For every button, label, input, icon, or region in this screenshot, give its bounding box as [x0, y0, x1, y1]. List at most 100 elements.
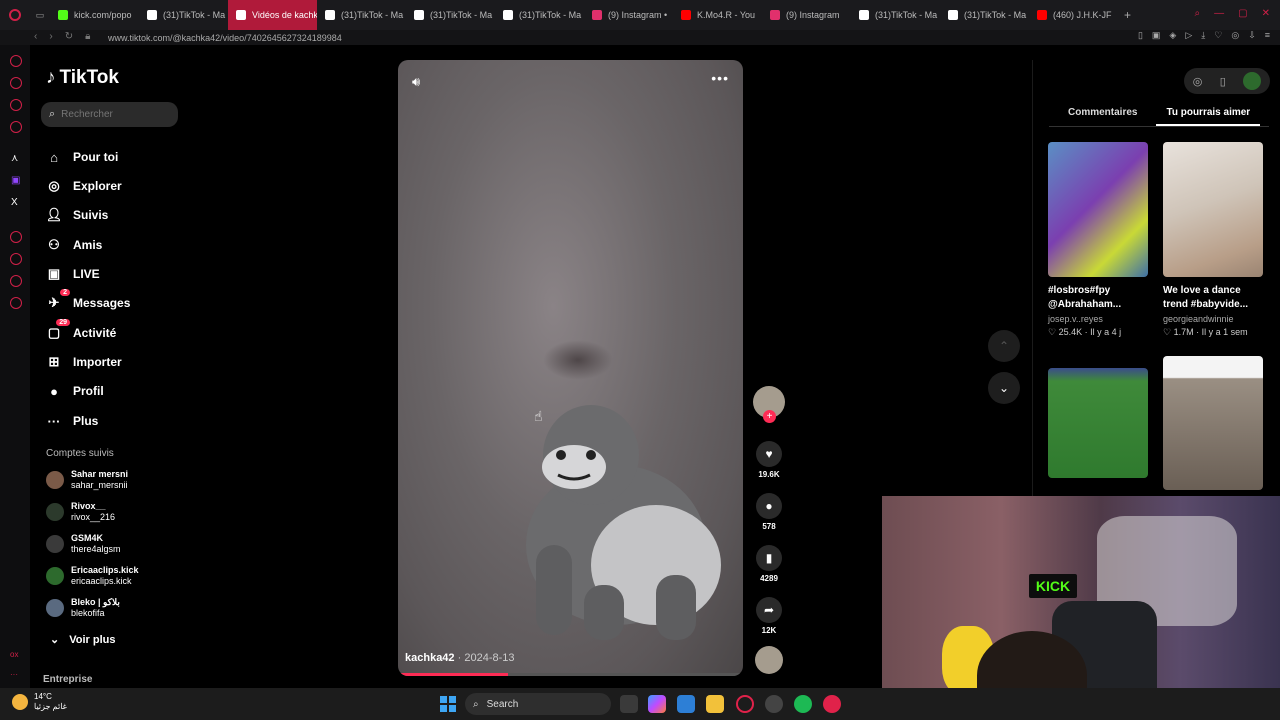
- nav-item-messages[interactable]: ✈ 2 Messages: [46, 289, 130, 311]
- video-username[interactable]: kachka42: [405, 652, 455, 664]
- sidebar-tiktok-icon[interactable]: ⋏: [11, 153, 18, 164]
- sidebar-messenger-icon[interactable]: [10, 99, 22, 111]
- sidebar-whatsapp-icon[interactable]: [10, 121, 22, 133]
- player-icon[interactable]: ▷: [1185, 30, 1192, 41]
- heart-icon[interactable]: ♡: [1214, 30, 1222, 41]
- sidebar-speed-dial-icon[interactable]: [10, 55, 22, 67]
- browser-tab[interactable]: (9) Instagram: [762, 0, 851, 30]
- nav-item-following[interactable]: 👤︎ Suivis: [46, 207, 109, 223]
- discord-icon[interactable]: [765, 695, 783, 713]
- sidebar-ext-icon[interactable]: ox: [10, 650, 18, 659]
- suggested-video-card[interactable]: [1048, 368, 1148, 478]
- sidebar-twitch-icon[interactable]: ▣: [11, 175, 20, 186]
- search-box[interactable]: ⌕: [41, 102, 178, 127]
- browser-tab[interactable]: (31)TikTok - Ma: [139, 0, 228, 30]
- followed-account[interactable]: Sahar mersni sahar_mersnii: [46, 469, 128, 491]
- vpn-icon[interactable]: ◈: [1169, 30, 1176, 41]
- browser-tab[interactable]: K.Mo4.R - You: [673, 0, 762, 30]
- tab-menu-icon[interactable]: ▭: [30, 10, 50, 21]
- browser-tab[interactable]: (31)TikTok - Ma: [495, 0, 584, 30]
- comment-button[interactable]: ●: [756, 493, 782, 519]
- forward-icon[interactable]: ›: [49, 31, 52, 42]
- url-field[interactable]: www.tiktok.com/@kachka42/video/740264562…: [108, 33, 342, 43]
- save-button[interactable]: ▮: [756, 545, 782, 571]
- nav-item-upload[interactable]: ⊞ Importer: [46, 354, 122, 370]
- followed-account[interactable]: Rivox__ rivox__216: [46, 501, 115, 523]
- sidebar-aria-icon[interactable]: [10, 77, 22, 89]
- browser-tab[interactable]: (9) Instagram •: [584, 0, 673, 30]
- footer-link[interactable]: Entreprise: [43, 674, 92, 685]
- card-author[interactable]: josep.v..reyes: [1048, 314, 1148, 324]
- minimize-icon[interactable]: —: [1214, 8, 1224, 19]
- video-player[interactable]: ☝︎ 🔊︎ ••• kachka42 · 2024-8-13: [398, 60, 743, 676]
- followed-account[interactable]: Bleko | بلاكو blekofifa: [46, 597, 120, 619]
- more-options-icon[interactable]: •••: [711, 70, 729, 86]
- sidebar-player-icon[interactable]: [10, 231, 22, 243]
- browser-tab[interactable]: (31)TikTok - Ma: [317, 0, 406, 30]
- volume-icon[interactable]: 🔊︎: [412, 74, 420, 90]
- downloads-icon[interactable]: ⇩: [1248, 30, 1256, 41]
- sidebar-x-icon[interactable]: X: [11, 197, 18, 208]
- browser-tab[interactable]: kick.com/popo: [50, 0, 139, 30]
- suggested-video-card[interactable]: We love a dance trend #babyvide... georg…: [1163, 142, 1263, 338]
- like-button[interactable]: ♥: [756, 441, 782, 467]
- app-icon[interactable]: [823, 695, 841, 713]
- suggested-video-card[interactable]: #losbros#fpy @Abrahaham... josep.v..reye…: [1048, 142, 1148, 338]
- browser-tab[interactable]: Vidéos de kachka ❤ (@k: [228, 0, 317, 30]
- download-icon[interactable]: ⤓: [1201, 30, 1205, 41]
- menu-icon[interactable]: ≡: [1265, 30, 1270, 41]
- creator-avatar[interactable]: +: [753, 386, 785, 423]
- file-explorer-icon[interactable]: [706, 695, 724, 713]
- reload-icon[interactable]: ↻: [65, 31, 73, 42]
- share-button[interactable]: ➦: [756, 597, 782, 623]
- new-tab-icon[interactable]: +: [1124, 8, 1131, 22]
- nav-item-friends[interactable]: ⚇ Amis: [46, 237, 102, 253]
- nav-item-compass[interactable]: ◎ Explorer: [46, 178, 121, 194]
- suggested-video-card[interactable]: [1163, 356, 1263, 490]
- search-input[interactable]: [61, 109, 162, 120]
- browser-tab[interactable]: (460) J.H.K-JF: [1029, 0, 1118, 30]
- copilot-icon[interactable]: [648, 695, 666, 713]
- store-icon[interactable]: [677, 695, 695, 713]
- taskbar-search[interactable]: ⌕ Search: [465, 693, 611, 715]
- followed-account[interactable]: GSM4K there4algsm: [46, 533, 121, 555]
- follow-plus-icon[interactable]: +: [763, 410, 776, 423]
- account-icon[interactable]: ◎: [1231, 30, 1239, 41]
- opera-icon[interactable]: [736, 695, 754, 713]
- spotify-icon[interactable]: [794, 695, 812, 713]
- video-progress-bar[interactable]: [398, 673, 743, 676]
- snapshot-icon[interactable]: ▣: [1152, 30, 1161, 41]
- browser-tab[interactable]: (31)TikTok - Ma: [851, 0, 940, 30]
- sound-disc[interactable]: [755, 646, 783, 674]
- nav-item-live[interactable]: ▣ LIVE: [46, 266, 100, 282]
- nav-item-profile[interactable]: ● Profil: [46, 383, 104, 399]
- nav-item-home[interactable]: ⌂ Pour toi: [46, 149, 118, 165]
- task-view-icon[interactable]: [620, 695, 638, 713]
- bookmark-icon[interactable]: ▯: [1138, 30, 1143, 41]
- weather-widget[interactable]: 14°C غائم جزئيا: [12, 692, 67, 712]
- nav-item-more[interactable]: ··· Plus: [46, 413, 99, 429]
- card-author[interactable]: georgieandwinnie: [1163, 314, 1263, 324]
- profile-avatar[interactable]: [1243, 72, 1262, 90]
- previous-video-button[interactable]: ⌃: [988, 330, 1020, 362]
- followed-account[interactable]: Ericaaclips.kick ericaaclips.kick: [46, 565, 139, 587]
- opera-logo-icon[interactable]: [0, 9, 30, 21]
- close-window-icon[interactable]: ✕: [1262, 8, 1270, 19]
- start-button[interactable]: [440, 696, 456, 712]
- tab-comments[interactable]: Commentaires: [1049, 100, 1156, 126]
- tab-you-may-like[interactable]: Tu pourrais aimer: [1156, 100, 1261, 126]
- search-tabs-icon[interactable]: ⌕: [1195, 8, 1201, 19]
- sidebar-pinboard-icon[interactable]: [10, 275, 22, 287]
- compass-icon[interactable]: ◎: [1193, 75, 1203, 88]
- maximize-icon[interactable]: ▢: [1238, 8, 1247, 19]
- see-more-button[interactable]: ⌄ Voir plus: [50, 633, 115, 647]
- sidebar-more-icon[interactable]: ···: [10, 670, 18, 679]
- tiktok-logo[interactable]: ♪ TikTok: [46, 67, 119, 89]
- next-video-button[interactable]: ⌄: [988, 372, 1020, 404]
- sidebar-history-icon[interactable]: [10, 253, 22, 265]
- sidebar-settings-icon[interactable]: [10, 297, 22, 309]
- browser-tab[interactable]: (31)TikTok - Ma: [940, 0, 1029, 30]
- back-icon[interactable]: ‹: [34, 31, 37, 42]
- device-icon[interactable]: ▯: [1220, 75, 1226, 88]
- nav-item-activity[interactable]: ▢ 29 Activité: [46, 319, 116, 341]
